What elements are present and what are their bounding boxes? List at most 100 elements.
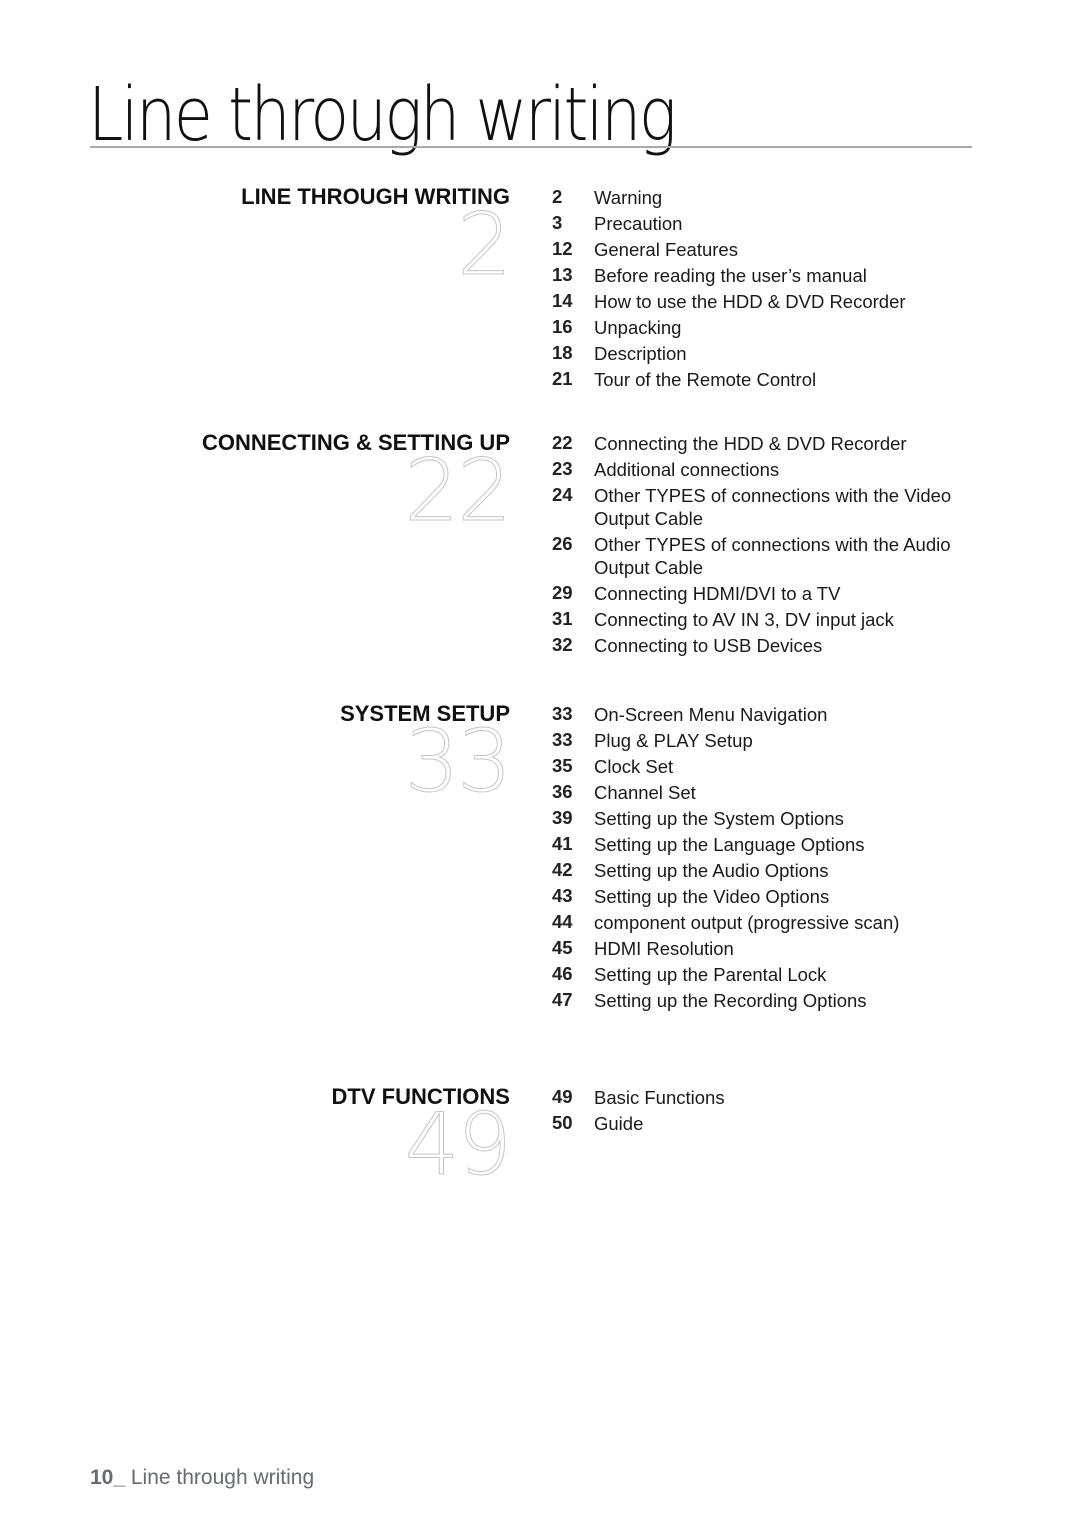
section-start-page: 22 xyxy=(404,441,512,541)
toc-entry-list: 33 On-Screen Menu Navigation 33 Plug & PLAY… xyxy=(552,701,992,1013)
toc-entry-page: 45 xyxy=(552,937,573,958)
toc-entry[interactable]: 33 Plug & PLAY Setup xyxy=(552,727,992,753)
toc-entry-page: 12 xyxy=(552,238,573,259)
toc-entry-title: Tour of the Remote Control xyxy=(594,368,817,390)
toc-entry-title: Connecting HDMI/DVI to a TV xyxy=(594,582,841,604)
toc-entry-title: Warning xyxy=(594,186,663,208)
toc-entry-page: 43 xyxy=(552,885,573,906)
toc-entry-title: Setting up the Language Options xyxy=(594,833,865,855)
toc-entry-page: 22 xyxy=(552,432,573,453)
toc-entry-page: 14 xyxy=(552,290,573,311)
toc-entry-title: Unpacking xyxy=(594,316,682,338)
toc-entry[interactable]: 44 component output (progressive scan) xyxy=(552,909,992,935)
toc-entry-page: 24 xyxy=(552,484,573,505)
toc-entry-title: Additional connections xyxy=(594,458,780,480)
toc-entry[interactable]: 12 General Features xyxy=(552,236,992,262)
toc-entry[interactable]: 2 Warning xyxy=(552,184,992,210)
section-start-page: 49 xyxy=(404,1095,512,1195)
toc-entry[interactable]: 32 Connecting to USB Devices xyxy=(552,632,992,658)
toc-entry-title: Connecting the HDD & DVD Recorder xyxy=(594,432,907,454)
toc-entry-page: 49 xyxy=(552,1086,573,1107)
toc-entry[interactable]: 29 Connecting HDMI/DVI to a TV xyxy=(552,580,992,606)
toc-entry[interactable]: 3 Precaution xyxy=(552,210,992,236)
toc-entry-page: 29 xyxy=(552,582,573,603)
toc-entry-page: 2 xyxy=(552,186,563,207)
toc-entry-title: How to use the HDD & DVD Recorder xyxy=(594,290,906,312)
toc-entry-page: 46 xyxy=(552,963,573,984)
section-start-page: 2 xyxy=(457,195,513,295)
toc-entry-list: 49 Basic Functions 50 Guide xyxy=(552,1084,992,1136)
toc-entry[interactable]: 14 How to use the HDD & DVD Recorder xyxy=(552,288,992,314)
toc-entry[interactable]: 39 Setting up the System Options xyxy=(552,805,992,831)
toc-entry[interactable]: 26 Other TYPES of connections with the Au… xyxy=(552,531,992,580)
toc-entry[interactable]: 33 On-Screen Menu Navigation xyxy=(552,701,992,727)
toc-entry-title: component output (progressive scan) xyxy=(594,911,900,933)
toc-entry-list: 2 Warning 3 Precaution 12 General Features 13 B… xyxy=(552,184,992,392)
toc-entry[interactable]: 16 Unpacking xyxy=(552,314,992,340)
toc-entry-page: 23 xyxy=(552,458,573,479)
toc-entry-page: 13 xyxy=(552,264,573,285)
toc-entry[interactable]: 47 Setting up the Recording Options xyxy=(552,987,992,1013)
toc-entry-page: 33 xyxy=(552,729,573,750)
toc-entry-title: Guide xyxy=(594,1112,644,1134)
toc-entry-title: Before reading the user’s manual xyxy=(594,264,867,286)
toc-entry[interactable]: 36 Channel Set xyxy=(552,779,992,805)
toc-entry[interactable]: 13 Before reading the user’s manual xyxy=(552,262,992,288)
footer-page-number: 10_ xyxy=(90,1466,126,1489)
toc-entry-page: 41 xyxy=(552,833,573,854)
toc-entry[interactable]: 35 Clock Set xyxy=(552,753,992,779)
toc-entry[interactable]: 24 Other TYPES of connections with the Vi… xyxy=(552,482,992,531)
toc-entry-title: Clock Set xyxy=(594,755,674,777)
toc-entry-page: 36 xyxy=(552,781,573,802)
toc-entry-title: Precaution xyxy=(594,212,683,234)
toc-entry-title: Connecting to AV IN 3, DV input jack xyxy=(594,608,894,630)
toc-entry-page: 21 xyxy=(552,368,573,389)
page-footer: 10_ Line through writing xyxy=(90,1466,314,1490)
toc-entry-page: 50 xyxy=(552,1112,573,1133)
toc-entry-title: Setting up the Parental Lock xyxy=(594,963,827,985)
page-title: Line through writing xyxy=(88,72,677,158)
toc-entry-list: 22 Connecting the HDD & DVD Recorder 23 Add… xyxy=(552,430,992,658)
toc-entry[interactable]: 45 HDMI Resolution xyxy=(552,935,992,961)
toc-entry[interactable]: 18 Description xyxy=(552,340,992,366)
toc-entry[interactable]: 31 Connecting to AV IN 3, DV input jack xyxy=(552,606,992,632)
toc-entry-title: Basic Functions xyxy=(594,1086,725,1108)
toc-entry-page: 32 xyxy=(552,634,573,655)
toc-entry[interactable]: 23 Additional connections xyxy=(552,456,992,482)
toc-entry-title: Description xyxy=(594,342,687,364)
toc-entry-page: 18 xyxy=(552,342,573,363)
toc-entry-page: 33 xyxy=(552,703,573,724)
toc-entry-title: Other TYPES of connections with the Vide… xyxy=(594,484,952,529)
toc-entry-title: Setting up the Audio Options xyxy=(594,859,829,881)
toc-entry[interactable]: 21 Tour of the Remote Control xyxy=(552,366,992,392)
toc-entry-page: 16 xyxy=(552,316,573,337)
toc-entry-title: HDMI Resolution xyxy=(594,937,734,959)
footer-text: Line through writing xyxy=(125,1466,315,1489)
toc-entry-page: 26 xyxy=(552,533,573,554)
toc-entry[interactable]: 22 Connecting the HDD & DVD Recorder xyxy=(552,430,992,456)
toc-entry-page: 35 xyxy=(552,755,573,776)
toc-entry[interactable]: 50 Guide xyxy=(552,1110,992,1136)
toc-entry-title: Setting up the System Options xyxy=(594,807,844,829)
toc-entry[interactable]: 49 Basic Functions xyxy=(552,1084,992,1110)
toc-entry-title: Channel Set xyxy=(594,781,696,803)
toc-entry-page: 39 xyxy=(552,807,573,828)
section-start-page: 33 xyxy=(404,712,512,812)
toc-entry-title: General Features xyxy=(594,238,738,260)
toc-entry-page: 42 xyxy=(552,859,573,880)
toc-entry[interactable]: 42 Setting up the Audio Options xyxy=(552,857,992,883)
toc-entry-title: On-Screen Menu Navigation xyxy=(594,703,828,725)
title-divider xyxy=(90,146,972,148)
toc-entry-title: Setting up the Recording Options xyxy=(594,989,867,1011)
toc-entry[interactable]: 41 Setting up the Language Options xyxy=(552,831,992,857)
toc-entry-title: Setting up the Video Options xyxy=(594,885,830,907)
toc-entry-title: Connecting to USB Devices xyxy=(594,634,823,656)
toc-entry-page: 31 xyxy=(552,608,573,629)
toc-entry-page: 47 xyxy=(552,989,573,1010)
toc-entry[interactable]: 46 Setting up the Parental Lock xyxy=(552,961,992,987)
toc-entry[interactable]: 43 Setting up the Video Options xyxy=(552,883,992,909)
toc-entry-page: 3 xyxy=(552,212,563,233)
toc-entry-page: 44 xyxy=(552,911,573,932)
toc-entry-title: Other TYPES of connections with the Audi… xyxy=(594,533,951,578)
toc-entry-title: Plug & PLAY Setup xyxy=(594,729,753,751)
